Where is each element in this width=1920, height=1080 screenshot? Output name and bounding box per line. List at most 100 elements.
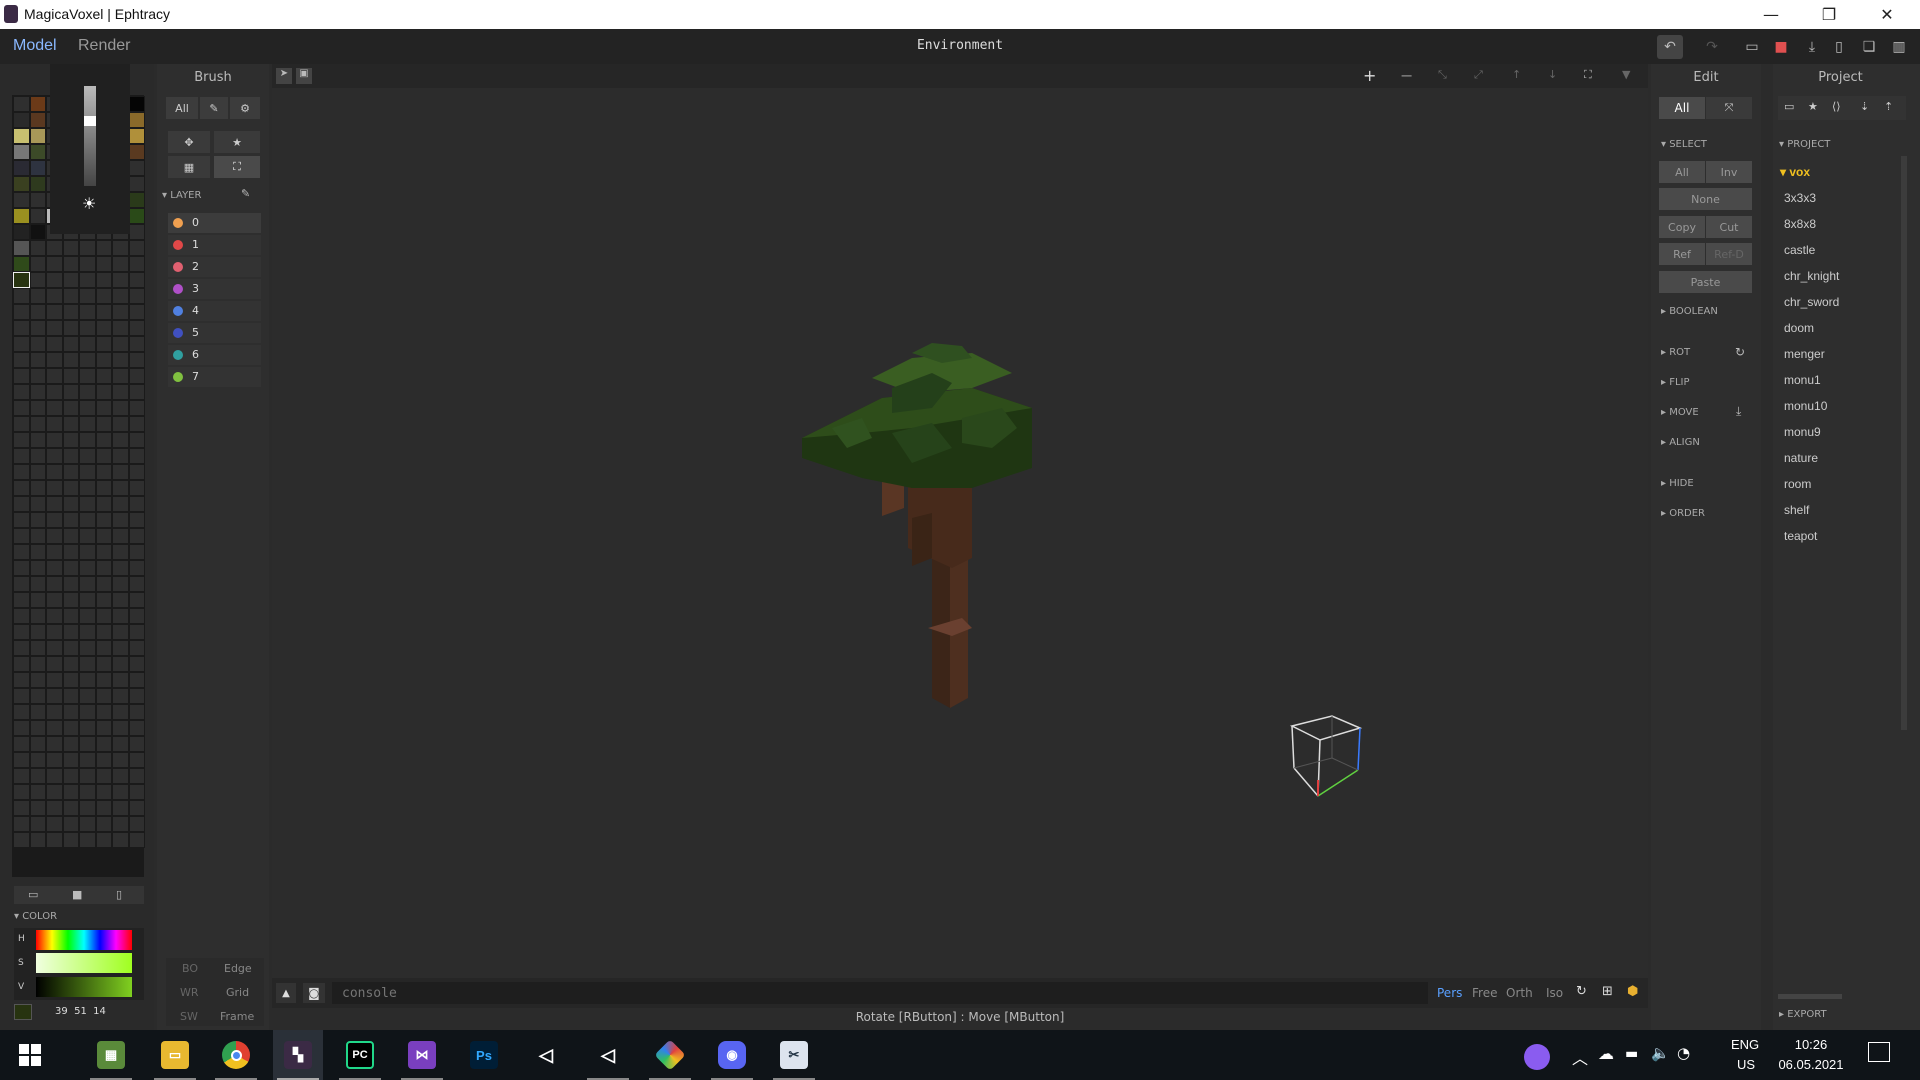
select-all-button[interactable]: All	[1659, 161, 1705, 183]
palette-swatch[interactable]	[112, 544, 129, 560]
palette-swatch[interactable]	[46, 784, 63, 800]
palette-swatch[interactable]	[128, 416, 145, 432]
palette-swatch[interactable]	[62, 288, 79, 304]
palette-swatch[interactable]	[112, 528, 129, 544]
palette-swatch[interactable]	[112, 288, 129, 304]
palette-swatch[interactable]	[95, 480, 112, 496]
palette-swatch[interactable]	[95, 608, 112, 624]
palette-swatch[interactable]	[29, 656, 46, 672]
palette-swatch[interactable]	[79, 432, 96, 448]
palette-swatch[interactable]	[112, 624, 129, 640]
palette-swatch[interactable]	[128, 464, 145, 480]
palette-swatch[interactable]	[112, 640, 129, 656]
palette-swatch[interactable]	[46, 368, 63, 384]
palette-swatch[interactable]	[128, 176, 145, 192]
folder-vox[interactable]: ▾ vox	[1780, 165, 1810, 179]
tab-model[interactable]: Model	[13, 37, 57, 55]
palette-swatch[interactable]	[62, 672, 79, 688]
palette-swatch[interactable]	[79, 480, 96, 496]
color-value-readout[interactable]: 39 51 14	[55, 1006, 106, 1017]
palette-swatch[interactable]	[62, 832, 79, 848]
pycharm-icon[interactable]: PC	[335, 1030, 385, 1080]
copy-file-icon[interactable]: ❏	[1856, 35, 1882, 59]
palette-swatch[interactable]	[79, 784, 96, 800]
project-item-monu9[interactable]: monu9	[1784, 425, 1821, 439]
snipping-tool-icon[interactable]: ✂	[769, 1030, 819, 1080]
palette-swatch[interactable]	[95, 672, 112, 688]
value-slider[interactable]	[36, 977, 132, 997]
palette-swatch[interactable]	[46, 560, 63, 576]
palette-swatch[interactable]	[13, 288, 30, 304]
palette-swatch[interactable]	[79, 304, 96, 320]
palette-swatch[interactable]	[62, 784, 79, 800]
palette-swatch[interactable]	[112, 304, 129, 320]
palette-swatch[interactable]	[46, 816, 63, 832]
palette-swatch[interactable]	[13, 240, 30, 256]
palette-save-icon[interactable]: ■	[72, 888, 82, 901]
select-none-button[interactable]: None	[1659, 188, 1752, 210]
layer-color-dot[interactable]	[173, 350, 183, 360]
palette-swatch[interactable]	[46, 288, 63, 304]
palette-swatch[interactable]	[112, 480, 129, 496]
palette-swatch[interactable]	[29, 608, 46, 624]
palette-swatch[interactable]	[79, 640, 96, 656]
clock-time[interactable]: 10:26	[1776, 1037, 1846, 1052]
palette-new-icon[interactable]: ▯	[116, 888, 122, 901]
minimize-button[interactable]: —	[1742, 0, 1800, 29]
palette-swatch[interactable]	[46, 736, 63, 752]
palette-swatch[interactable]	[46, 672, 63, 688]
camera-icon[interactable]: ◙	[303, 983, 325, 1003]
palette-swatch[interactable]	[13, 160, 30, 176]
palette-swatch[interactable]	[13, 96, 30, 112]
palette-swatch[interactable]	[128, 560, 145, 576]
palette-swatch[interactable]	[29, 480, 46, 496]
palette-swatch[interactable]	[29, 752, 46, 768]
palette-swatch[interactable]	[128, 128, 145, 144]
palette-swatch[interactable]	[79, 352, 96, 368]
palette-swatch[interactable]	[79, 576, 96, 592]
chrome-icon[interactable]	[211, 1030, 261, 1080]
palette-swatch[interactable]	[79, 400, 96, 416]
palette-swatch[interactable]	[29, 192, 46, 208]
palette-swatch[interactable]	[29, 640, 46, 656]
palette-swatch[interactable]	[79, 544, 96, 560]
palette-swatch[interactable]	[79, 416, 96, 432]
palette-swatch[interactable]	[29, 624, 46, 640]
palette-swatch[interactable]	[46, 832, 63, 848]
palette-swatch[interactable]	[112, 512, 129, 528]
move-down-icon[interactable]: ⤓	[1736, 404, 1741, 419]
palette-swatch[interactable]	[29, 240, 46, 256]
palette-swatch[interactable]	[13, 608, 30, 624]
palette-swatch[interactable]	[13, 320, 30, 336]
palette-swatch[interactable]	[95, 832, 112, 848]
palette-swatch[interactable]	[95, 816, 112, 832]
palette-swatch[interactable]	[29, 208, 46, 224]
project-sort-down-icon[interactable]: ⇣	[1860, 100, 1869, 113]
project-item-monu1[interactable]: monu1	[1784, 373, 1821, 387]
zoom-in-icon[interactable]: +	[1363, 66, 1376, 85]
palette-swatch[interactable]	[128, 816, 145, 832]
camera-select-icon[interactable]: ▣	[296, 68, 312, 84]
palette-swatch[interactable]	[29, 544, 46, 560]
palette-swatch[interactable]	[13, 576, 30, 592]
palette-swatch[interactable]	[46, 480, 63, 496]
palette-swatch[interactable]	[29, 688, 46, 704]
project-item-shelf[interactable]: shelf	[1784, 503, 1809, 517]
palette-swatch[interactable]	[13, 208, 30, 224]
palette-swatch[interactable]	[46, 432, 63, 448]
export-section[interactable]: ▸ EXPORT	[1779, 1009, 1827, 1020]
layer-color-dot[interactable]	[173, 372, 183, 382]
notifications-icon[interactable]	[1868, 1042, 1890, 1062]
palette-swatch[interactable]	[112, 800, 129, 816]
palette-swatch[interactable]	[46, 576, 63, 592]
palette-swatch[interactable]	[29, 704, 46, 720]
palette-swatch[interactable]	[62, 528, 79, 544]
palette-swatch[interactable]	[29, 384, 46, 400]
palette-swatch[interactable]	[62, 592, 79, 608]
layer-color-dot[interactable]	[173, 240, 183, 250]
palette-swatch[interactable]	[29, 512, 46, 528]
camera-iso-button[interactable]: Iso	[1546, 986, 1563, 1000]
palette-swatch[interactable]	[29, 800, 46, 816]
palette-swatch[interactable]	[95, 704, 112, 720]
palette-swatch[interactable]	[46, 336, 63, 352]
